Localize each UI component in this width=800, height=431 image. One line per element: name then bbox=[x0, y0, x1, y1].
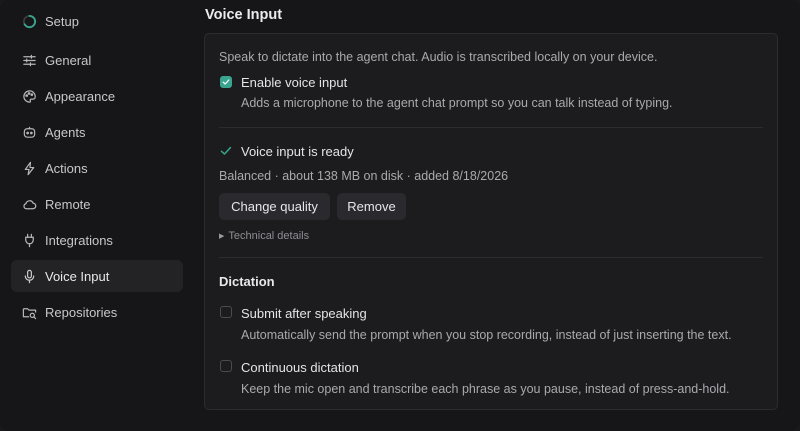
sidebar: Setup General Appearance Agents Actions bbox=[0, 0, 192, 431]
sidebar-item-actions[interactable]: Actions bbox=[11, 152, 183, 184]
change-quality-button[interactable]: Change quality bbox=[219, 193, 330, 220]
sidebar-item-label: Setup bbox=[45, 13, 79, 29]
intro-text: Speak to dictate into the agent chat. Au… bbox=[219, 50, 658, 64]
settings-window: Setup General Appearance Agents Actions bbox=[0, 0, 800, 431]
remove-button[interactable]: Remove bbox=[337, 193, 406, 220]
sidebar-item-label: Appearance bbox=[45, 88, 116, 104]
enable-voice-label[interactable]: Enable voice input bbox=[241, 75, 347, 90]
sidebar-item-setup[interactable]: Setup bbox=[11, 5, 183, 37]
sidebar-item-general[interactable]: General bbox=[11, 44, 183, 76]
submit-after-speaking-description: Automatically send the prompt when you s… bbox=[241, 328, 732, 342]
continuous-dictation-description: Keep the mic open and transcribe each ph… bbox=[241, 382, 730, 396]
continuous-dictation-checkbox[interactable] bbox=[220, 360, 232, 372]
progress-ring-icon bbox=[21, 13, 37, 29]
divider bbox=[219, 127, 763, 128]
enable-voice-description: Adds a microphone to the agent chat prom… bbox=[241, 96, 673, 110]
voice-input-card: Speak to dictate into the agent chat. Au… bbox=[204, 33, 778, 410]
sidebar-item-label: Repositories bbox=[45, 304, 118, 320]
sliders-icon bbox=[21, 52, 37, 68]
page-title: Voice Input bbox=[205, 7, 283, 23]
sidebar-item-appearance[interactable]: Appearance bbox=[11, 80, 183, 112]
status-label: Voice input is ready bbox=[241, 144, 354, 159]
plug-icon bbox=[21, 232, 37, 248]
submit-after-speaking-label[interactable]: Submit after speaking bbox=[241, 306, 367, 321]
folder-search-icon bbox=[21, 304, 37, 320]
sidebar-item-repositories[interactable]: Repositories bbox=[11, 296, 183, 328]
sidebar-item-label: General bbox=[45, 52, 92, 68]
sidebar-item-label: Actions bbox=[45, 160, 88, 176]
disclosure-triangle-icon: ▶ bbox=[219, 233, 225, 240]
sidebar-item-label: Voice Input bbox=[45, 268, 110, 284]
sidebar-item-agents[interactable]: Agents bbox=[11, 116, 183, 148]
technical-details-toggle[interactable]: ▶ Technical details bbox=[219, 230, 309, 242]
agent-face-icon bbox=[21, 124, 37, 140]
sidebar-item-label: Remote bbox=[45, 196, 91, 212]
checkmark-icon bbox=[219, 144, 233, 158]
divider bbox=[219, 257, 763, 258]
lightning-icon bbox=[21, 160, 37, 176]
enable-voice-checkbox[interactable] bbox=[220, 76, 232, 88]
dictation-heading: Dictation bbox=[219, 274, 275, 289]
check-icon bbox=[222, 79, 230, 85]
sidebar-item-remote[interactable]: Remote bbox=[11, 188, 183, 220]
sidebar-item-voice-input[interactable]: Voice Input bbox=[11, 260, 183, 292]
sidebar-item-label: Agents bbox=[45, 124, 86, 140]
sidebar-item-label: Integrations bbox=[45, 232, 113, 248]
technical-details-label: Technical details bbox=[228, 230, 310, 242]
microphone-icon bbox=[21, 268, 37, 284]
cloud-icon bbox=[21, 196, 37, 212]
continuous-dictation-label[interactable]: Continuous dictation bbox=[241, 360, 359, 375]
submit-after-speaking-checkbox[interactable] bbox=[220, 306, 232, 318]
model-info: Balanced · about 138 MB on disk · added … bbox=[219, 169, 509, 183]
sidebar-item-integrations[interactable]: Integrations bbox=[11, 224, 183, 256]
palette-icon bbox=[21, 88, 37, 104]
